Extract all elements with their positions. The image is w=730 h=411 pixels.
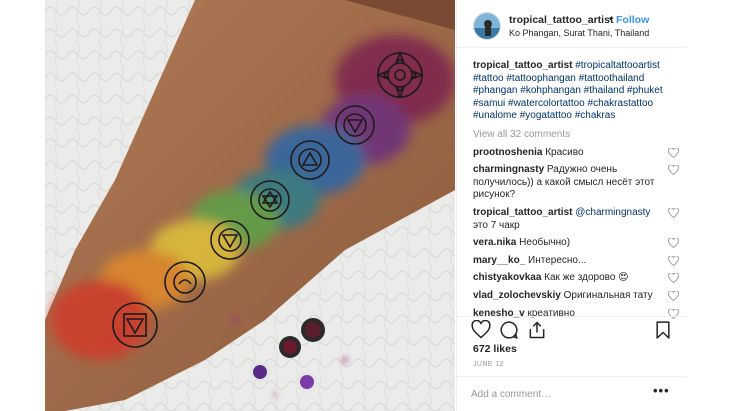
post-header: tropical_tattoo_artist • Follow Ko Phang… xyxy=(457,0,687,48)
follow-button[interactable]: Follow xyxy=(616,14,649,26)
comment-username[interactable]: charmingnasty xyxy=(473,164,544,175)
caption-hashtags-line-1[interactable]: #tropicaltattooartist xyxy=(575,60,660,71)
comment-username[interactable]: vera.nika xyxy=(473,237,516,248)
comment-username[interactable]: mary__ko_ xyxy=(473,255,525,266)
instagram-post: tropical_tattoo_artist • Follow Ko Phang… xyxy=(0,0,730,411)
heart-icon[interactable] xyxy=(668,238,679,249)
tattoo-photo xyxy=(45,0,455,411)
comment-item: tropical_tattoo_artist @charmingnasty эт… xyxy=(473,207,679,232)
heart-icon[interactable] xyxy=(668,255,679,266)
bookmark-icon[interactable] xyxy=(653,320,673,340)
more-options-icon[interactable]: ••• xyxy=(653,383,670,398)
caption-hashtags-line-3[interactable]: #phangan #kohphangan #thailand #phuket xyxy=(473,85,663,96)
action-bar xyxy=(457,316,687,342)
heart-icon[interactable] xyxy=(668,273,679,284)
comment-username[interactable]: chistyakovkaa xyxy=(473,272,541,283)
heart-icon[interactable] xyxy=(471,320,491,340)
comment-item: prootnoshenia Красиво xyxy=(473,147,679,160)
add-comment-bar: ••• xyxy=(457,376,687,411)
comment-item: vlad_zolochevskiy Оригинальная тату xyxy=(473,290,679,303)
comment-icon[interactable] xyxy=(499,320,519,340)
post-caption: tropical_tattoo_artist #tropicaltattooar… xyxy=(473,60,679,123)
add-comment-input[interactable] xyxy=(471,386,641,402)
comment-username[interactable]: tropical_tattoo_artist xyxy=(473,207,572,218)
comments-list: tropical_tattoo_artist #tropicaltattooar… xyxy=(473,60,679,320)
heart-icon[interactable] xyxy=(668,147,679,158)
heart-icon[interactable] xyxy=(668,165,679,176)
comment-text: Как же здорово 😍 xyxy=(544,272,629,284)
comment-username[interactable]: vlad_zolochevskiy xyxy=(473,290,561,301)
comment-text: Необычно) xyxy=(519,237,571,249)
caption-hashtags-line-5[interactable]: #unalome #yogatattoo #chakras xyxy=(473,110,615,121)
caption-hashtags-line-4[interactable]: #samui #watercolortattoo #chakrastattoo xyxy=(473,98,653,109)
comment-item: mary__ko_ Интересно... xyxy=(473,255,679,268)
likes-count[interactable]: 672 likes xyxy=(473,343,517,355)
comment-text: Красиво xyxy=(545,146,584,158)
header-username[interactable]: tropical_tattoo_artist xyxy=(509,14,613,26)
comment-item: vera.nika Необычно) xyxy=(473,237,679,250)
comment-mention[interactable]: @charmingnasty xyxy=(575,207,650,218)
comment-text: Интересно... xyxy=(528,254,587,266)
comment-text: Оригинальная тату xyxy=(563,289,653,301)
view-all-comments-link[interactable]: View all 32 comments xyxy=(473,129,679,142)
caption-username[interactable]: tropical_tattoo_artist xyxy=(473,60,572,71)
avatar[interactable] xyxy=(473,12,501,40)
location-link[interactable]: Ko Phangan, Surat Thani, Thailand xyxy=(509,28,649,38)
comment-item: charmingnasty Радужно очень получилось))… xyxy=(473,164,679,202)
heart-icon[interactable] xyxy=(668,207,679,218)
post-date[interactable]: JUNE 12 xyxy=(473,361,504,368)
separator-dot: • xyxy=(609,13,613,25)
heart-icon[interactable] xyxy=(668,290,679,301)
comment-item: chistyakovkaa Как же здорово 😍 xyxy=(473,272,679,285)
caption-hashtags-line-2[interactable]: #tattoo #tattoophangan #tattoothailand xyxy=(473,73,644,84)
post-sidebar: tropical_tattoo_artist • Follow Ko Phang… xyxy=(456,0,687,411)
share-icon[interactable] xyxy=(527,320,547,340)
comment-text: это 7 чакр xyxy=(473,219,520,231)
comment-username[interactable]: prootnoshenia xyxy=(473,147,542,158)
